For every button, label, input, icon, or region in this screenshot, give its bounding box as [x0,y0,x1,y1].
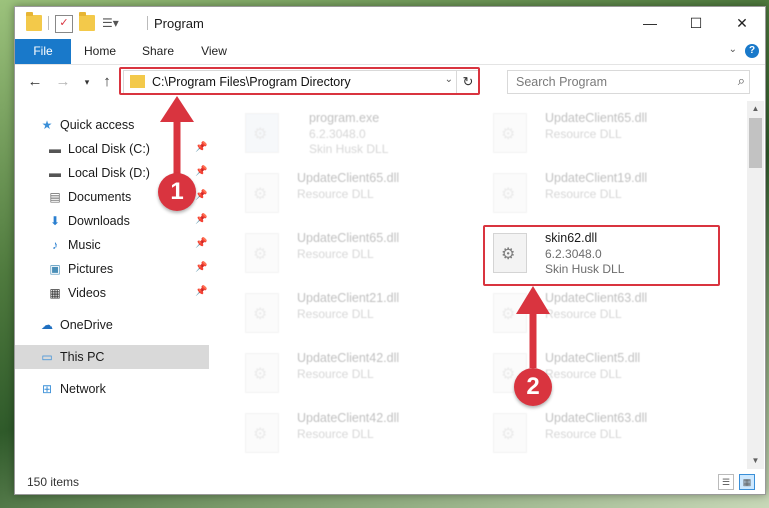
arrow-2-head [516,286,550,314]
step-badge-1: 1 [158,173,196,211]
annotation-arrows [160,96,550,368]
arrow-1-head [160,96,194,122]
step-badge-2: 2 [514,368,552,406]
